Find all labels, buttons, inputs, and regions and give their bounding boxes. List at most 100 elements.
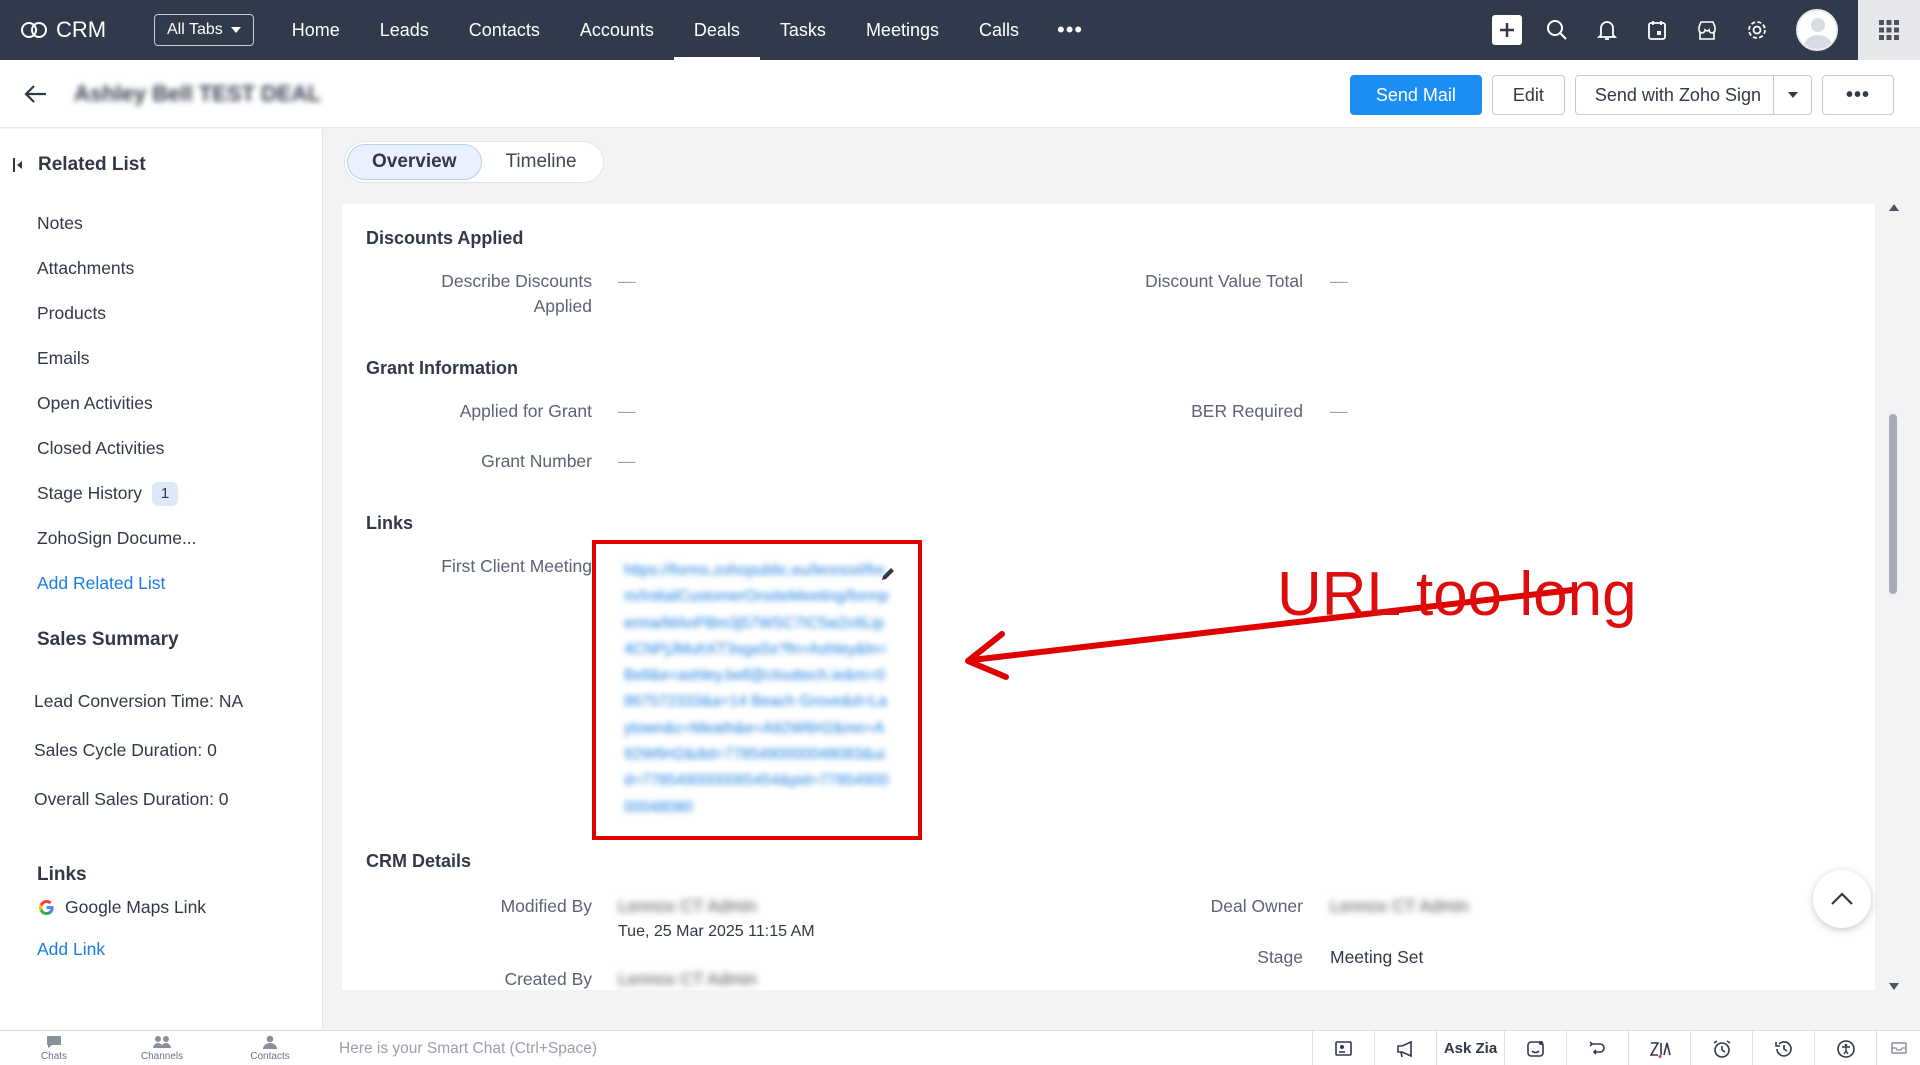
- zia-icon[interactable]: [1628, 1031, 1690, 1065]
- nav-meetings[interactable]: Meetings: [846, 0, 959, 60]
- back-to-top-button[interactable]: [1813, 870, 1871, 928]
- pencil-icon[interactable]: [880, 566, 896, 582]
- tab-timeline[interactable]: Timeline: [482, 144, 601, 180]
- section-links: Links: [366, 513, 414, 533]
- section-crm-details: CRM Details: [366, 851, 472, 871]
- send-zoho-sign-button[interactable]: Send with Zoho Sign: [1574, 75, 1812, 115]
- contact-card-icon[interactable]: [1312, 1031, 1374, 1065]
- channels-label: Channels: [140, 1051, 184, 1062]
- field-value-grant-number[interactable]: —: [618, 449, 636, 474]
- add-link[interactable]: Add Link: [37, 939, 105, 960]
- send-mail-button[interactable]: Send Mail: [1349, 75, 1482, 115]
- bell-icon[interactable]: [1582, 0, 1632, 60]
- crm-logo[interactable]: CRM: [20, 17, 132, 43]
- annotation-text: URL too long: [1277, 560, 1637, 629]
- record-actions: Send Mail Edit Send with Zoho Sign •••: [1349, 75, 1894, 115]
- sidebar-item-closed-activities[interactable]: Closed Activities: [37, 426, 197, 471]
- detail-tabs-strip: Overview Timeline: [324, 129, 1898, 204]
- field-value-created-by[interactable]: Lennox CT Admin: [618, 967, 757, 990]
- google-maps-link-label: Google Maps Link: [65, 897, 207, 917]
- field-label-line: Applied: [533, 296, 592, 316]
- redirect-icon[interactable]: [1566, 1031, 1628, 1065]
- nav-more-icon[interactable]: •••: [1039, 0, 1101, 60]
- google-maps-link[interactable]: Google Maps Link: [38, 897, 206, 918]
- alarm-clock-icon[interactable]: [1690, 1031, 1752, 1065]
- contacts-button[interactable]: Contacts: [216, 1031, 324, 1065]
- sidebar-item-stage-history[interactable]: Stage History 1: [37, 471, 197, 516]
- bottom-bar: Chats Channels Contacts Here is your Sma…: [0, 1030, 1920, 1065]
- bottom-right-tools: Ask Zia: [1312, 1031, 1920, 1065]
- field-label-first-client-meeting: First Client Meeting: [441, 556, 592, 576]
- sidebar-item-attachments[interactable]: Attachments: [37, 246, 197, 291]
- nav-home[interactable]: Home: [272, 0, 360, 60]
- scrollbar-thumb[interactable]: [1889, 414, 1897, 594]
- field-label-ber-required: BER Required: [1191, 401, 1303, 421]
- sidebar-item-zohosign-documents[interactable]: ZohoSign Docume...: [37, 516, 197, 561]
- calendar-icon[interactable]: [1632, 0, 1682, 60]
- google-icon: [39, 899, 54, 916]
- scrollbar[interactable]: [1886, 204, 1900, 990]
- plus-icon: [1492, 15, 1522, 45]
- apps-grid-icon[interactable]: [1858, 0, 1920, 60]
- sidebar-item-open-activities[interactable]: Open Activities: [37, 381, 197, 426]
- scroll-down-icon[interactable]: [1889, 983, 1899, 990]
- nav-leads[interactable]: Leads: [360, 0, 449, 60]
- message-icon[interactable]: [1876, 1031, 1920, 1065]
- related-list-header[interactable]: Related List: [12, 154, 146, 176]
- field-value-applied-for-grant[interactable]: —: [618, 399, 636, 424]
- section-discounts-applied: Discounts Applied: [366, 228, 524, 248]
- chats-button[interactable]: Chats: [0, 1031, 108, 1065]
- avatar[interactable]: [1796, 9, 1838, 51]
- more-actions-button[interactable]: •••: [1822, 75, 1894, 115]
- main-nav: Home Leads Contacts Accounts Deals Tasks…: [272, 0, 1101, 60]
- field-value-deal-owner[interactable]: Lennox CT Admin: [1330, 894, 1469, 919]
- nav-accounts[interactable]: Accounts: [560, 0, 674, 60]
- sidebar-item-label: Stage History: [37, 483, 143, 503]
- field-value-modified-by[interactable]: Lennox CT Admin: [618, 894, 757, 919]
- all-tabs-dropdown[interactable]: All Tabs: [154, 14, 254, 46]
- sidebar-item-notes[interactable]: Notes: [37, 201, 197, 246]
- edit-button[interactable]: Edit: [1491, 75, 1565, 115]
- count-badge: 1: [152, 481, 179, 506]
- add-related-list-link[interactable]: Add Related List: [37, 561, 197, 606]
- field-value-ber-required[interactable]: —: [1330, 399, 1348, 424]
- top-nav: CRM All Tabs Home Leads Contacts Account…: [0, 0, 1920, 60]
- nav-contacts[interactable]: Contacts: [449, 0, 560, 60]
- sales-cycle-duration: Sales Cycle Duration: 0: [34, 740, 217, 760]
- lead-conversion-time: Lead Conversion Time: NA: [34, 691, 244, 711]
- marketplace-icon[interactable]: [1682, 0, 1732, 60]
- sidebar-item-emails[interactable]: Emails: [37, 336, 197, 381]
- record-details-panel: Discounts Applied Describe Discounts App…: [342, 204, 1875, 990]
- sidebar-item-products[interactable]: Products: [37, 291, 197, 336]
- back-arrow-icon[interactable]: [16, 74, 56, 114]
- history-icon[interactable]: [1752, 1031, 1814, 1065]
- url-highlight-box: https://forms.zohopublic.eu/lennoxl/form…: [592, 540, 922, 840]
- chat-icon: [47, 1036, 61, 1048]
- contacts-label: Contacts: [250, 1051, 290, 1062]
- field-value-stage[interactable]: Meeting Set: [1330, 945, 1423, 970]
- accessibility-icon[interactable]: [1814, 1031, 1876, 1065]
- gear-icon[interactable]: [1732, 0, 1782, 60]
- ask-zia-button[interactable]: Ask Zia: [1436, 1031, 1504, 1065]
- nav-deals[interactable]: Deals: [673, 0, 760, 60]
- field-value-discount-value-total[interactable]: —: [1330, 269, 1348, 294]
- related-list-items: Notes Attachments Products Emails Open A…: [37, 201, 197, 606]
- field-label-line: Describe Discounts: [441, 271, 592, 291]
- collapse-sidebar-icon[interactable]: [12, 157, 24, 173]
- tab-overview[interactable]: Overview: [347, 144, 482, 180]
- nav-calls[interactable]: Calls: [959, 0, 1039, 60]
- nav-tasks[interactable]: Tasks: [760, 0, 846, 60]
- announcement-icon[interactable]: [1374, 1031, 1436, 1065]
- smart-chat-input[interactable]: Here is your Smart Chat (Ctrl+Space): [339, 1040, 597, 1058]
- search-icon[interactable]: [1532, 0, 1582, 60]
- first-client-meeting-url-link[interactable]: https://forms.zohopublic.eu/lennoxl/form…: [624, 558, 889, 821]
- related-list-title: Related List: [38, 154, 146, 175]
- send-zoho-sign-dropdown[interactable]: [1773, 76, 1811, 114]
- scroll-up-icon[interactable]: [1889, 204, 1899, 211]
- quick-create-button[interactable]: [1482, 0, 1532, 60]
- ai-assist-icon[interactable]: [1504, 1031, 1566, 1065]
- field-value-describe-discounts[interactable]: —: [618, 269, 636, 294]
- field-label-describe-discounts: Describe Discounts Applied: [342, 269, 592, 319]
- channels-button[interactable]: Channels: [108, 1031, 216, 1065]
- crm-logo-icon: [21, 22, 47, 38]
